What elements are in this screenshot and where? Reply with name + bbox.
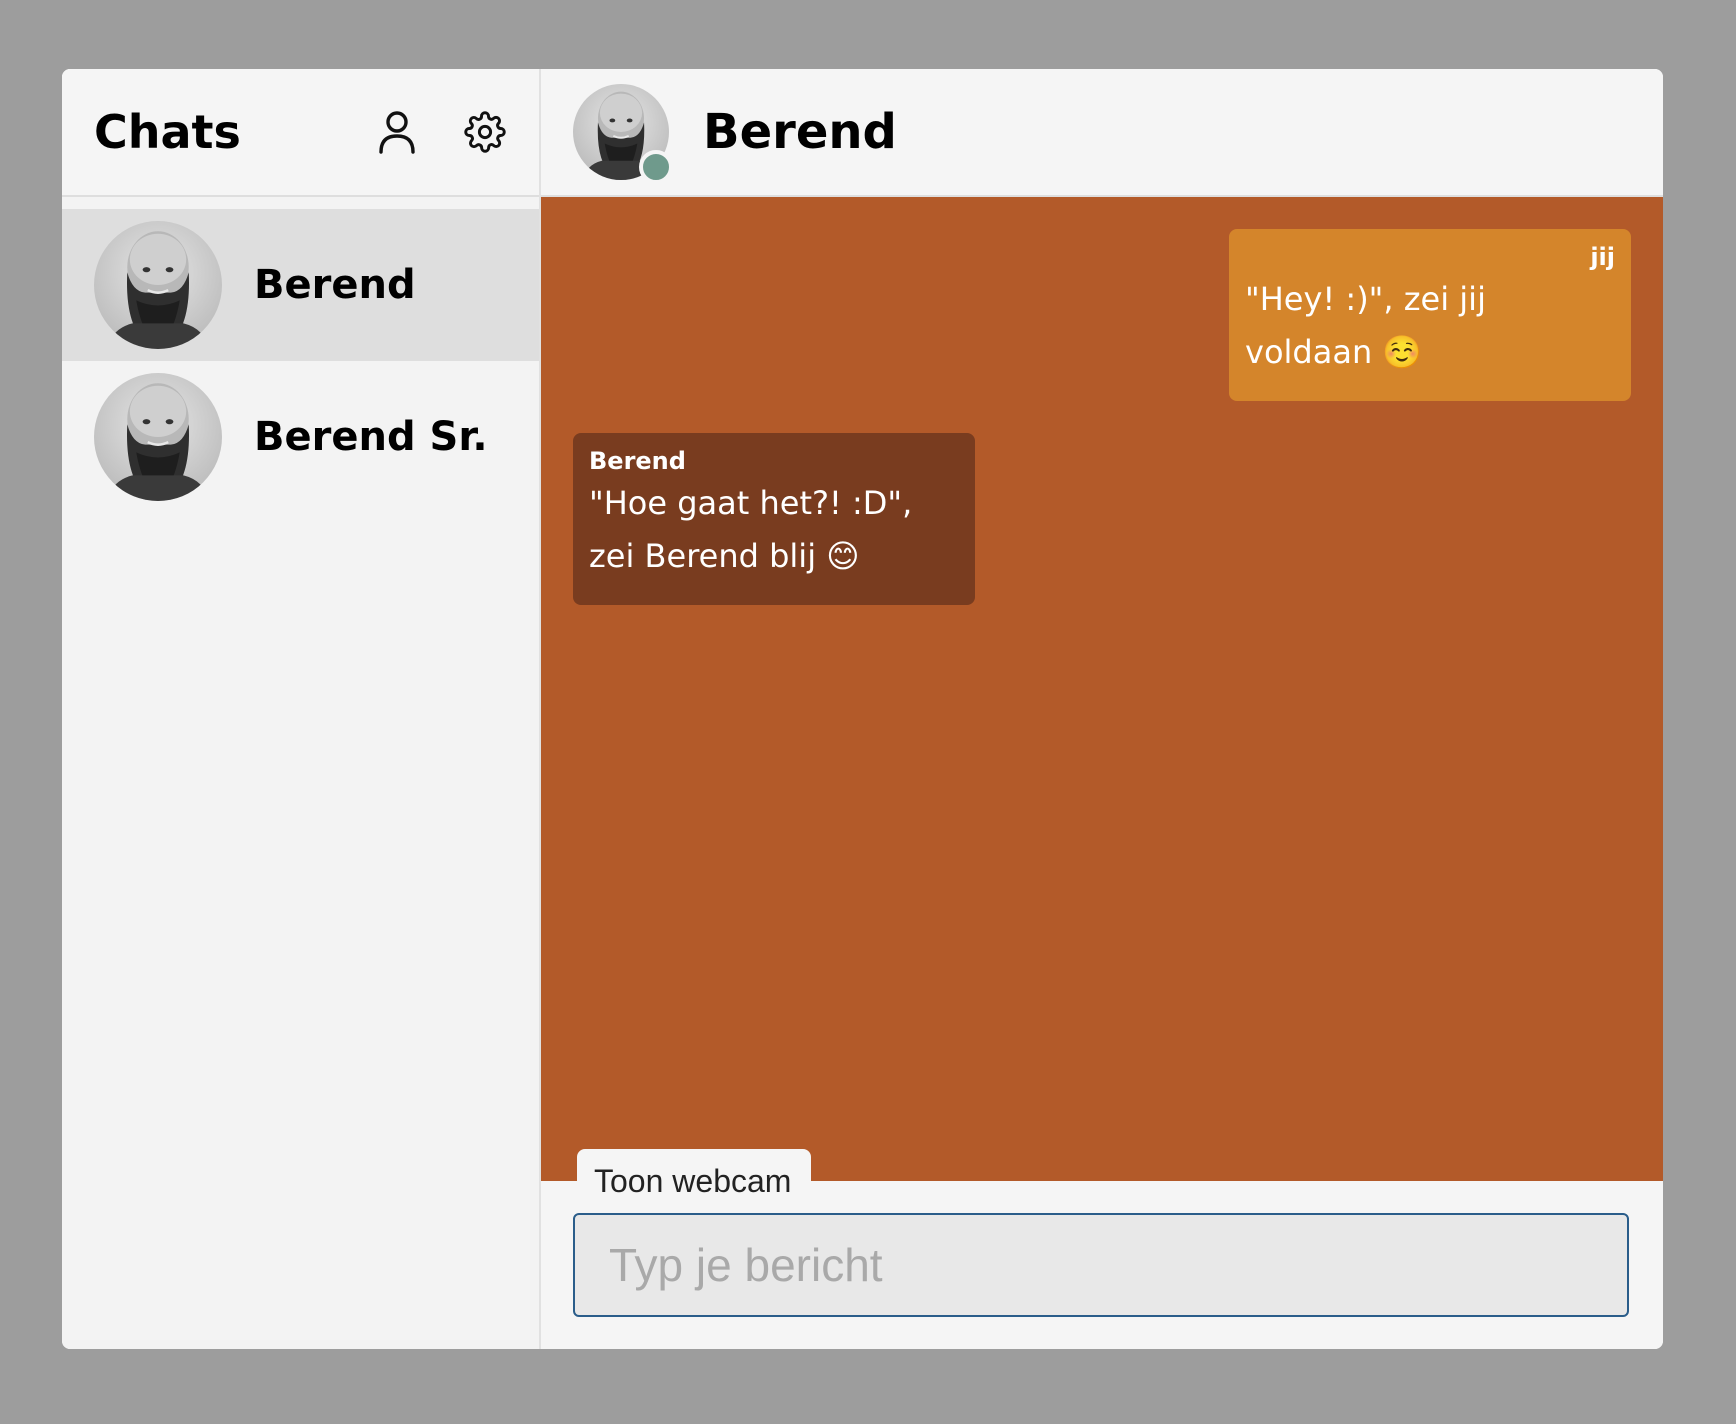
chat-list: Berend Berend Sr. (62, 197, 539, 513)
message-input[interactable] (573, 1213, 1629, 1317)
online-status-dot (639, 150, 673, 184)
gear-icon[interactable] (463, 110, 507, 154)
chat-item-label: Berend (254, 262, 416, 308)
message-list: jij "Hey! :)", zei jij voldaan ☺️ Berend… (541, 197, 1663, 1181)
chat-item-berend[interactable]: Berend (62, 209, 539, 361)
avatar (94, 373, 222, 501)
outgoing-message: jij "Hey! :)", zei jij voldaan ☺️ (1229, 229, 1631, 401)
message-sender: Berend (589, 447, 686, 475)
message-text: "Hoe gaat het?! :D", zei Berend blij 😊 (589, 484, 913, 575)
toggle-webcam-button[interactable]: Toon webcam (577, 1149, 811, 1215)
message-sender: jij (1590, 243, 1615, 271)
contact-avatar-wrapper (573, 84, 673, 184)
sidebar-title: Chats (94, 105, 241, 159)
incoming-message: Berend "Hoe gaat het?! :D", zei Berend b… (573, 433, 975, 605)
chat-item-label: Berend Sr. (254, 414, 488, 460)
person-icon[interactable] (375, 110, 419, 154)
sidebar-header: Chats (62, 69, 539, 197)
composer: Toon webcam (541, 1149, 1663, 1349)
message-text: "Hey! :)", zei jij voldaan ☺️ (1245, 280, 1486, 371)
chat-app-window: Chats Berend Berend Sr. Berend jij "Hey!… (62, 69, 1663, 1349)
conversation-header: Berend (541, 69, 1663, 197)
chat-item-berend-sr[interactable]: Berend Sr. (62, 361, 539, 513)
avatar (94, 221, 222, 349)
chat-sidebar: Chats Berend Berend Sr. (62, 69, 541, 1349)
contact-name: Berend (703, 104, 897, 160)
conversation-panel: Berend jij "Hey! :)", zei jij voldaan ☺️… (541, 69, 1663, 1349)
